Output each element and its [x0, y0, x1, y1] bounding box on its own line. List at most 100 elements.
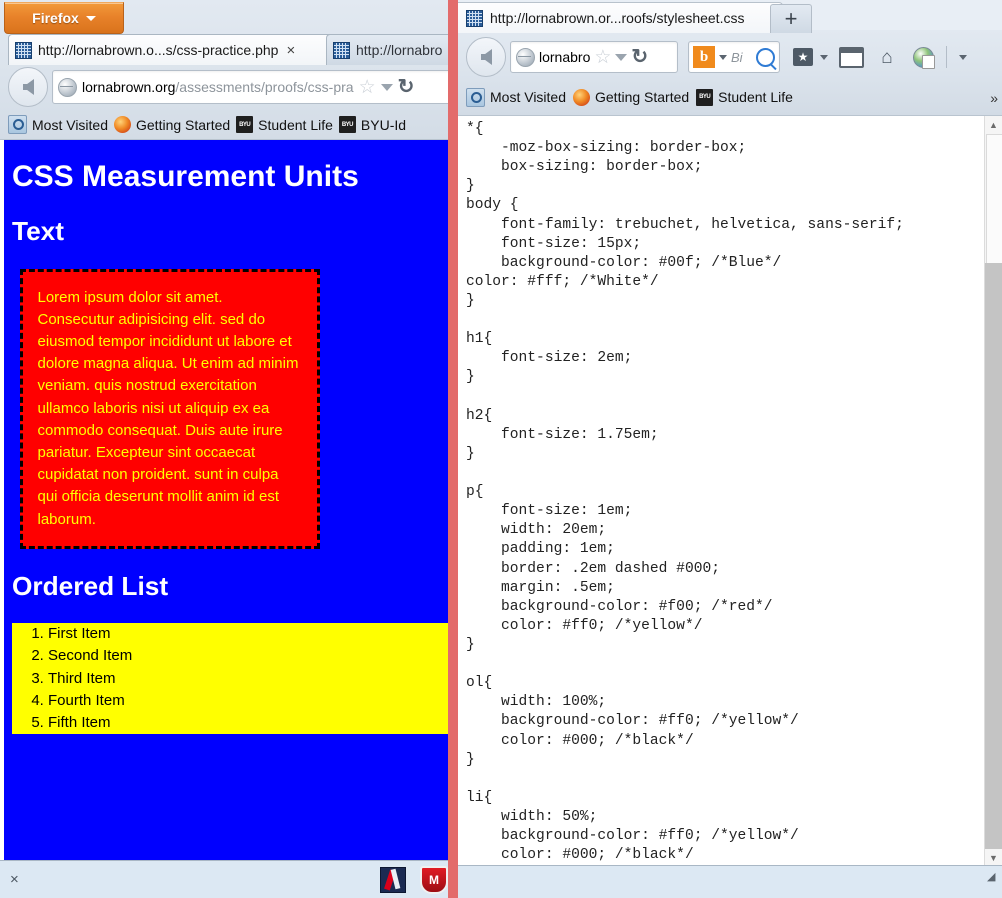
left-status-bar: × M [0, 860, 458, 898]
close-icon[interactable]: × [286, 43, 295, 58]
right-browser-window: http://lornabrown.or...roofs/stylesheet.… [448, 0, 1002, 898]
stylesheet-source-text: *{ -moz-box-sizing: border-box; box-sizi… [466, 121, 904, 864]
tab-css-practice[interactable]: http://lornabrown.o...s/css-practice.php… [8, 34, 334, 65]
chevron-down-icon[interactable] [820, 54, 828, 60]
page-heading-text: Text [12, 215, 65, 246]
chevron-down-icon [85, 15, 96, 21]
firefox-menu-button[interactable]: Firefox [4, 2, 124, 34]
bookmark-label: Student Life [258, 116, 333, 133]
bookmark-star-icon[interactable]: ☆ [594, 48, 611, 67]
tab-stylesheet-css[interactable]: http://lornabrown.or...roofs/stylesheet.… [458, 2, 783, 33]
page-grid-icon [466, 9, 483, 27]
bookmarks-overflow-icon[interactable]: » [990, 90, 998, 106]
back-button[interactable] [8, 67, 48, 107]
screen: Firefox http://lornabrown.o...s/css-prac… [0, 0, 1002, 898]
left-page-viewport: CSS Measurement Units Text Lorem ipsum d… [0, 140, 458, 860]
rendered-html-page: CSS Measurement Units Text Lorem ipsum d… [4, 140, 458, 860]
vertical-scrollbar[interactable]: ▲ ▼ [984, 116, 1002, 866]
address-bar-text: lornabro [539, 49, 591, 65]
right-window-inner: http://lornabrown.or...roofs/stylesheet.… [458, 0, 1002, 898]
firefox-menu-label: Firefox [32, 10, 79, 26]
bookmark-label: Most Visited [32, 116, 108, 133]
bookmark-star-button-icon: ★ [793, 48, 813, 66]
right-status-bar: ◢ [458, 865, 1002, 898]
close-icon[interactable]: × [10, 872, 19, 887]
page-grid-icon [333, 41, 350, 59]
bookmark-label: Student Life [718, 89, 793, 105]
bookmark-label: BYU-Id [360, 116, 407, 133]
page-title-h1: CSS Measurement Units [12, 160, 359, 194]
ghostery-icon[interactable] [380, 866, 406, 893]
toolbar-divider [946, 46, 947, 68]
left-navigation-toolbar: lornabrown.org/assessments/proofs/css-pr… [0, 64, 458, 110]
page-heading-ordered-list: Ordered List [12, 570, 169, 601]
window-icon [838, 46, 864, 68]
globe-icon [516, 47, 535, 67]
home-button[interactable]: ⌂ [874, 44, 900, 70]
list-item: Fifth Item [48, 712, 249, 735]
right-navigation-toolbar: lornabro ☆ ↻ b Bi ★ ⌂ [458, 34, 1002, 80]
mcafee-icon[interactable]: M [420, 865, 448, 894]
globe-icon [58, 77, 77, 97]
address-bar-text: lornabrown.org/assessments/proofs/css-pr… [82, 79, 354, 95]
list-item: First Item [48, 623, 249, 646]
left-browser-window: Firefox http://lornabrown.o...s/css-prac… [0, 0, 459, 898]
window-button[interactable] [838, 44, 864, 70]
tab-title: http://lornabrown.o...s/css-practice.php [38, 42, 279, 58]
scrollbar-track[interactable] [985, 263, 1002, 849]
tab-stylesheet-inactive[interactable]: http://lornabro [326, 34, 458, 65]
bookmark-most-visited[interactable]: Most Visited [8, 115, 108, 134]
right-tab-strip: http://lornabrown.or...roofs/stylesheet.… [458, 0, 1002, 33]
chevron-down-icon[interactable] [615, 53, 628, 61]
addon-button[interactable] [910, 44, 936, 70]
right-bookmarks-toolbar: Most Visited Getting Started BYU Student… [458, 82, 1002, 112]
chevron-down-icon[interactable] [380, 83, 393, 91]
address-bar[interactable]: lornabrown.org/assessments/proofs/css-pr… [52, 70, 452, 104]
chevron-down-icon[interactable] [719, 54, 727, 60]
chevron-down-icon[interactable] [959, 54, 967, 60]
back-button[interactable] [466, 37, 506, 77]
most-visited-icon [466, 87, 485, 107]
bookmark-student-life[interactable]: BYU Student Life [236, 116, 333, 133]
byu-icon: BYU [696, 88, 714, 106]
bookmark-label: Most Visited [490, 89, 566, 105]
home-icon: ⌂ [881, 46, 893, 68]
scroll-up-arrow-icon[interactable]: ▲ [985, 116, 1002, 133]
bookmarks-menu-button[interactable]: ★ [790, 44, 816, 70]
reload-icon[interactable]: ↻ [631, 47, 648, 67]
search-bar[interactable]: b Bi [688, 41, 780, 73]
tab-title: http://lornabrown.or...roofs/stylesheet.… [490, 10, 745, 26]
right-page-viewport: *{ -moz-box-sizing: border-box; box-sizi… [458, 116, 1002, 866]
bookmark-getting-started[interactable]: Getting Started [114, 116, 230, 133]
globe-addon-icon [912, 46, 935, 69]
reload-icon[interactable]: ↻ [398, 77, 415, 97]
byu-icon: BYU [236, 116, 254, 133]
firefox-icon [573, 88, 590, 106]
list-item: Second Item [48, 645, 249, 668]
byu-icon: BYU [338, 116, 356, 133]
bing-icon[interactable]: b [693, 46, 715, 68]
bookmark-getting-started[interactable]: Getting Started [573, 88, 689, 106]
scroll-down-arrow-icon[interactable]: ▼ [985, 849, 1002, 866]
bookmark-label: Getting Started [136, 116, 231, 133]
page-grid-icon [15, 41, 32, 59]
bookmark-star-icon[interactable]: ☆ [359, 78, 376, 97]
new-tab-label: + [784, 6, 798, 31]
most-visited-icon [8, 115, 27, 134]
list-item: Third Item [48, 667, 249, 690]
bookmark-byu-id[interactable]: BYU BYU-Id [338, 116, 407, 133]
tab-title: http://lornabro [356, 42, 443, 58]
address-bar[interactable]: lornabro ☆ ↻ [510, 41, 678, 73]
bookmark-most-visited[interactable]: Most Visited [466, 87, 566, 107]
new-tab-button[interactable]: + [770, 4, 812, 33]
magnifier-icon[interactable] [756, 47, 775, 67]
url-domain: lornabrown.org [82, 79, 176, 95]
url-path: /assessments/proofs/css-pra [175, 79, 354, 95]
scrollbar-thumb[interactable] [986, 134, 1002, 264]
search-input[interactable]: Bi [731, 50, 752, 65]
left-tab-strip: http://lornabrown.o...s/css-practice.php… [0, 34, 458, 65]
bookmark-student-life[interactable]: BYU Student Life [696, 88, 793, 106]
back-arrow-icon [22, 79, 34, 95]
lorem-paragraph: Lorem ipsum dolor sit amet. Consecutur a… [19, 268, 320, 549]
resize-grip-icon[interactable]: ◢ [987, 870, 999, 883]
